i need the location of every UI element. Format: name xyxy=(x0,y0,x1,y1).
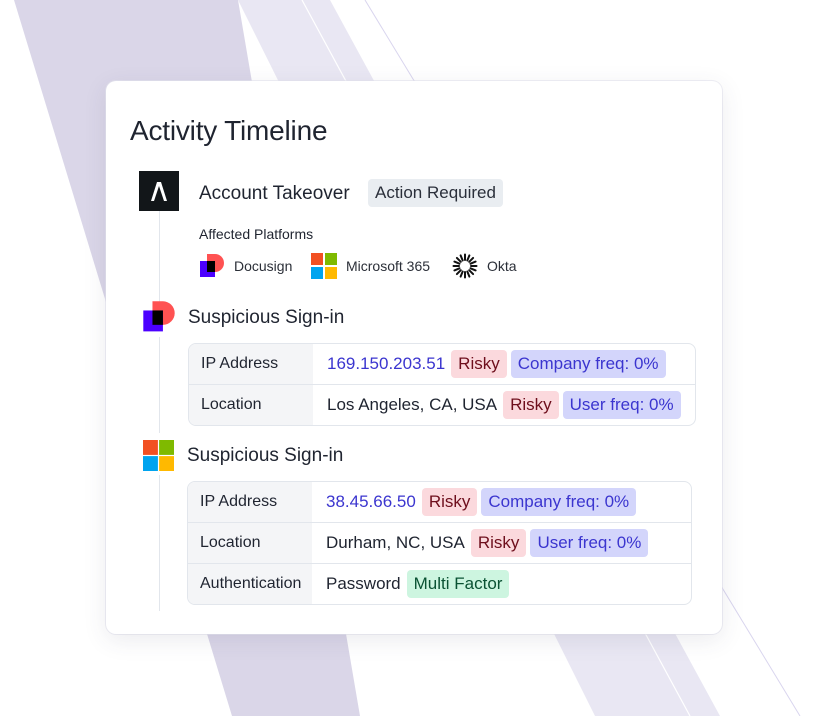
row-key: Location xyxy=(188,523,312,563)
table-row: Location Los Angeles, CA, USA Risky User… xyxy=(189,384,695,425)
row-key: IP Address xyxy=(189,344,313,384)
action-required-badge[interactable]: Action Required xyxy=(368,179,503,207)
timeline-connector xyxy=(159,337,160,433)
event-title-suspicious-signin: Suspicious Sign-in xyxy=(188,307,345,328)
activity-timeline-card: Activity Timeline Account Takeover Actio… xyxy=(106,81,722,634)
table-row: IP Address 169.150.203.51 Risky Company … xyxy=(189,344,695,384)
microsoft-icon xyxy=(143,440,174,476)
location-value: Los Angeles, CA, USA xyxy=(327,395,498,414)
risky-badge: Risky xyxy=(503,391,559,419)
timeline-connector xyxy=(159,475,160,611)
signin-details-table: IP Address 169.150.203.51 Risky Company … xyxy=(188,343,696,426)
platform-name: Okta xyxy=(487,258,517,274)
frequency-badge: User freq: 0% xyxy=(562,391,681,419)
abnormal-logo-icon xyxy=(139,171,179,211)
platform-name: Docusign xyxy=(234,258,293,274)
platform-name: Microsoft 365 xyxy=(346,258,431,274)
row-key: Authentication xyxy=(188,564,312,604)
docusign-icon xyxy=(142,300,176,339)
affected-platforms-label: Affected Platforms xyxy=(199,226,314,242)
frequency-badge: User freq: 0% xyxy=(530,529,649,557)
frequency-badge: Company freq: 0% xyxy=(481,488,637,516)
risky-badge: Risky xyxy=(470,529,527,557)
microsoft-icon xyxy=(311,253,337,279)
table-row: Location Durham, NC, USA Risky User freq… xyxy=(188,522,691,563)
event-title-suspicious-signin: Suspicious Sign-in xyxy=(187,445,344,466)
authentication-value: Password xyxy=(326,574,401,593)
platform-docusign: Docusign xyxy=(199,253,292,279)
signin-details-table: IP Address 38.45.66.50 Risky Company fre… xyxy=(187,481,692,605)
row-key: Location xyxy=(189,385,313,425)
risky-badge: Risky xyxy=(451,350,507,378)
row-key: IP Address xyxy=(188,482,312,522)
mfa-badge: Multi Factor xyxy=(406,570,510,598)
risky-badge: Risky xyxy=(421,488,478,516)
location-value: Durham, NC, USA xyxy=(326,533,465,552)
table-row: IP Address 38.45.66.50 Risky Company fre… xyxy=(188,482,691,522)
frequency-badge: Company freq: 0% xyxy=(510,350,666,378)
ip-address-value[interactable]: 38.45.66.50 xyxy=(326,492,416,512)
page-title: Activity Timeline xyxy=(130,115,328,146)
timeline-connector xyxy=(159,211,160,303)
status-badge: Action Required xyxy=(368,179,503,207)
okta-icon xyxy=(452,253,478,279)
event-title-account-takeover: Account Takeover xyxy=(199,183,350,204)
ip-address-value[interactable]: 169.150.203.51 xyxy=(327,354,445,374)
table-row: Authentication Password Multi Factor xyxy=(188,563,691,604)
docusign-icon xyxy=(200,254,224,277)
platform-microsoft: Microsoft 365 xyxy=(311,253,430,279)
platform-okta: Okta xyxy=(452,253,517,279)
